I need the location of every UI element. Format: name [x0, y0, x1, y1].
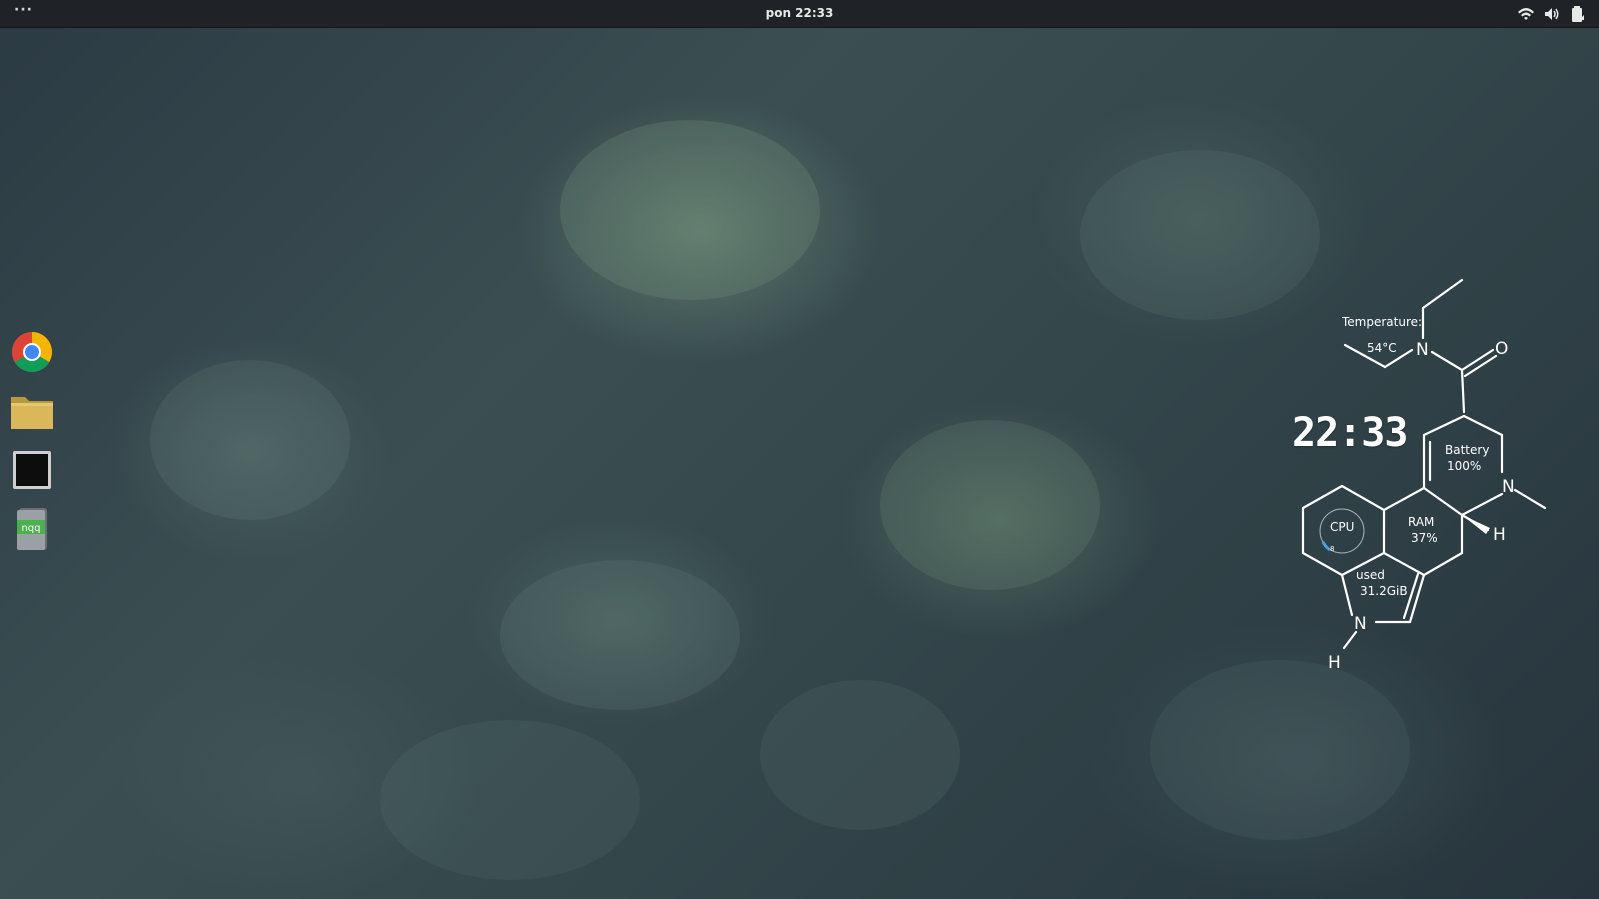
folder-icon: [11, 397, 53, 429]
desktop-wallpaper: ··· pon 22:33 nqq Temperature: 54°C N O …: [0, 0, 1599, 899]
molecule-diagram: Temperature: 54°C N O Battery 100% N H C…: [1301, 278, 1547, 673]
wallpaper-leaf: [380, 720, 640, 880]
atom-h-right: H: [1493, 525, 1506, 545]
atom-o: O: [1495, 339, 1508, 359]
activities-button[interactable]: ···: [14, 2, 33, 18]
dock-item-terminal[interactable]: [6, 444, 58, 496]
panel-clock-container: pon 22:33: [0, 6, 1599, 20]
system-tray: [1517, 4, 1587, 24]
wallpaper-leaf: [560, 120, 820, 300]
cpu-label: CPU: [1330, 520, 1354, 534]
cpu-value: 8: [1330, 545, 1334, 553]
battery-value: 100%: [1447, 459, 1481, 473]
panel-clock[interactable]: pon 22:33: [766, 6, 834, 20]
volume-icon[interactable]: [1543, 5, 1561, 23]
wallpaper-leaf: [760, 680, 960, 830]
wallpaper-leaf: [150, 360, 350, 520]
atom-n-right: N: [1502, 477, 1515, 497]
android-studio-icon: nqq: [17, 508, 47, 550]
wallpaper-leaf: [500, 560, 740, 710]
atom-n-bottom: N: [1354, 614, 1367, 634]
wifi-icon[interactable]: [1517, 5, 1535, 23]
dock-item-files[interactable]: [6, 385, 58, 437]
top-panel: ··· pon 22:33: [0, 0, 1599, 28]
used-value: 31.2GiB: [1360, 584, 1408, 598]
wallpaper-leaf: [880, 420, 1100, 590]
wallpaper-leaf: [1080, 150, 1320, 320]
system-monitor-widget: Temperature: 54°C N O Battery 100% N H C…: [1290, 270, 1570, 690]
chrome-icon: [12, 332, 52, 372]
ram-label: RAM: [1408, 515, 1434, 529]
cpu-usage-arc: [1321, 541, 1331, 552]
battery-icon[interactable]: [1569, 5, 1587, 23]
used-label: used: [1356, 568, 1385, 582]
dock-item-chrome[interactable]: [6, 326, 58, 378]
dock-item-nqq[interactable]: nqq: [6, 503, 58, 555]
ram-value: 37%: [1411, 531, 1438, 545]
nqq-label: nqq: [21, 523, 40, 534]
temperature-label: Temperature:: [1341, 315, 1422, 329]
temperature-value: 54°C: [1367, 341, 1397, 355]
atom-h-bottom: H: [1328, 653, 1341, 673]
widget-clock: 22:33: [1292, 410, 1408, 456]
atom-n-top: N: [1416, 340, 1429, 360]
terminal-icon: [13, 451, 51, 489]
battery-label: Battery: [1445, 443, 1489, 457]
